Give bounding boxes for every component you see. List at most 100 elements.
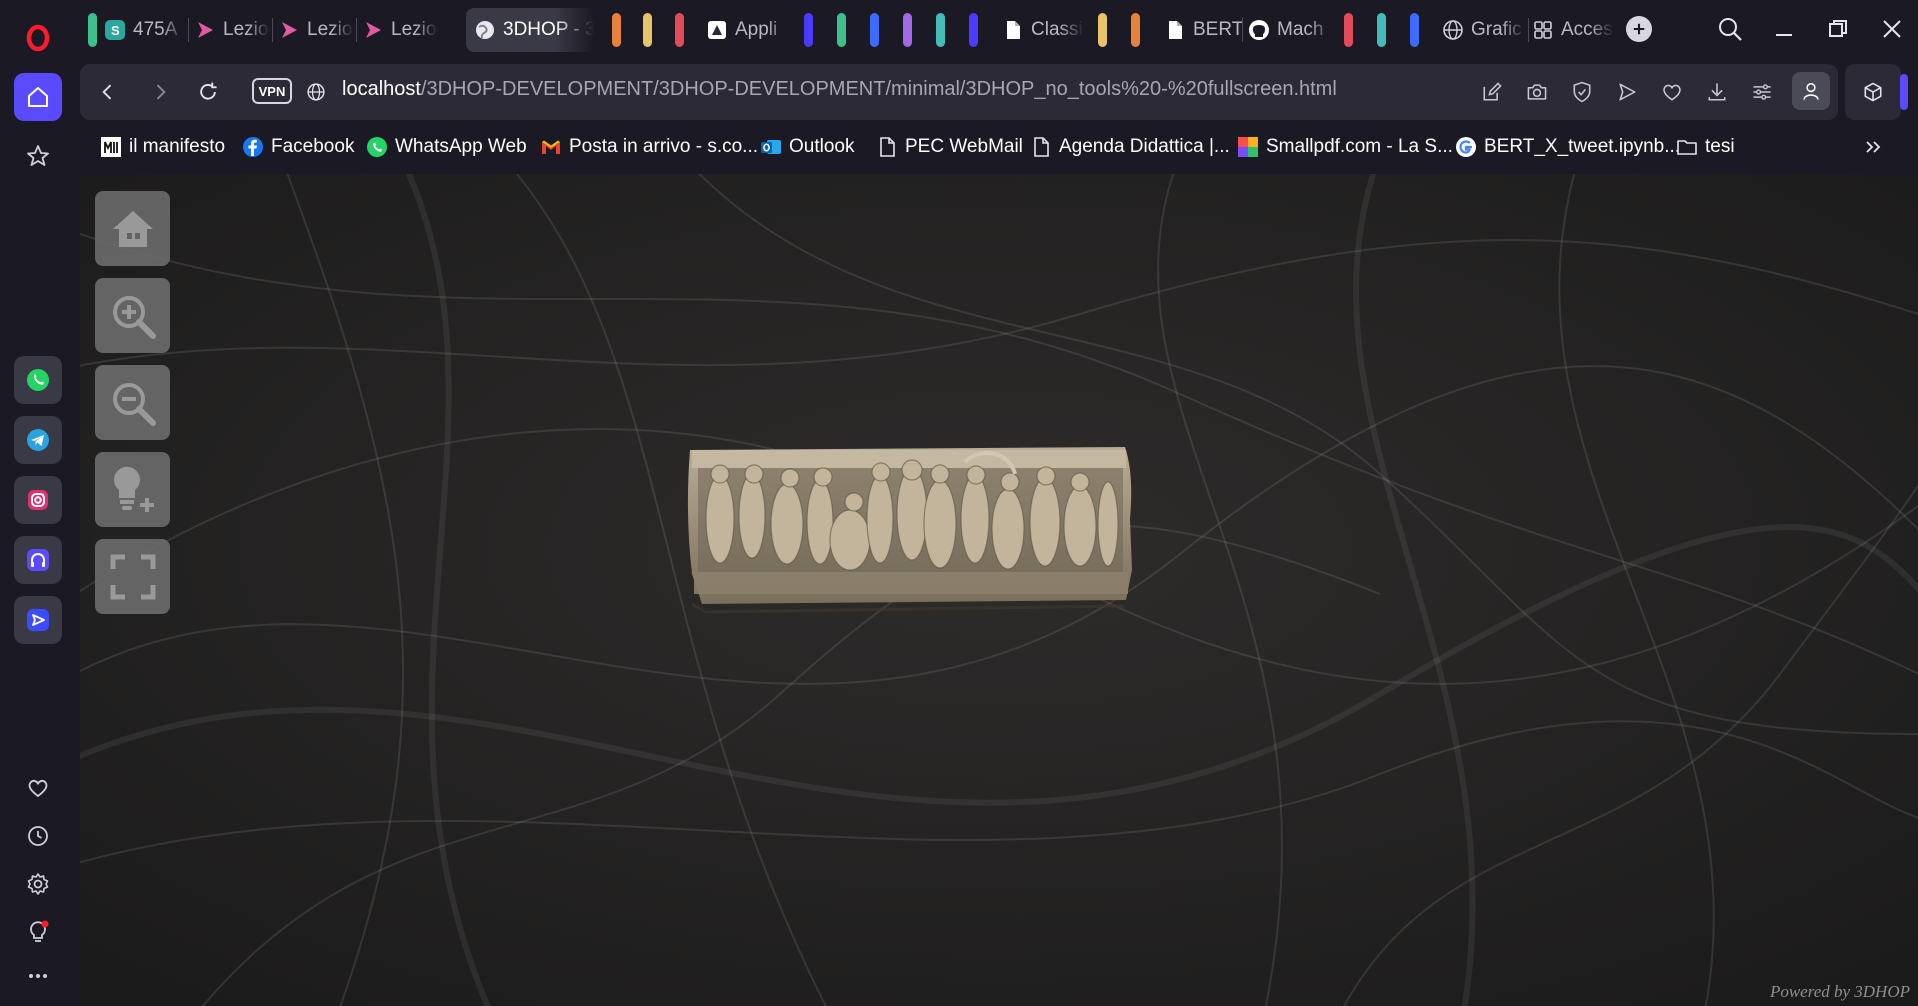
double-chevron-right-icon	[1866, 141, 1881, 153]
snapshot-edit-button[interactable]	[1478, 78, 1506, 106]
tab-label: Acces	[1561, 19, 1613, 40]
bookmark-label: PEC WebMail	[905, 136, 1023, 157]
whatsapp-sidebar-button[interactable]	[14, 356, 62, 404]
svg-text:S: S	[111, 23, 120, 38]
opera-logo-icon[interactable]	[14, 14, 62, 62]
tab-island-marker[interactable]	[643, 13, 652, 47]
downloads-button[interactable]	[1703, 78, 1731, 106]
tab-3[interactable]: Lezior	[278, 8, 354, 52]
tab-7[interactable]: BERT	[1164, 8, 1242, 52]
bookmark-label: BERT_X_tweet.ipynb...	[1484, 136, 1681, 157]
player-sidebar-button[interactable]	[14, 596, 62, 644]
back-button[interactable]	[94, 78, 122, 106]
tab-island-marker[interactable]	[88, 13, 97, 47]
zoom-out-button[interactable]	[95, 365, 170, 440]
tab-separator	[1528, 18, 1529, 42]
3dhop-viewer-canvas[interactable]: Powered by 3DHOP	[80, 174, 1918, 1006]
sarcophagus-model[interactable]	[687, 447, 1132, 614]
easy-setup-button[interactable]	[1748, 78, 1776, 106]
bookmark-il-manifesto[interactable]: il manifesto	[100, 134, 225, 160]
facebook-icon	[242, 136, 264, 158]
tab-island-marker[interactable]	[1410, 13, 1419, 47]
tab-island-marker[interactable]	[936, 13, 945, 47]
telegram-sidebar-button[interactable]	[14, 416, 62, 464]
settings-button[interactable]	[14, 860, 62, 908]
restore-button[interactable]	[1824, 15, 1852, 43]
tab-island-marker[interactable]	[870, 13, 879, 47]
more-options-button[interactable]	[14, 952, 62, 1000]
bookmark-folder-tesi[interactable]: tesi	[1676, 134, 1735, 160]
clock-icon	[28, 826, 48, 846]
fullscreen-button[interactable]	[95, 539, 170, 614]
tab-island-marker[interactable]	[675, 13, 684, 47]
bookmarks-overflow-button[interactable]	[1862, 134, 1884, 160]
tips-button[interactable]	[14, 908, 62, 956]
tab-search-button[interactable]	[1716, 15, 1744, 43]
pinboards-button[interactable]	[14, 132, 62, 180]
tab-island-marker[interactable]	[1098, 13, 1107, 47]
tab-island-marker[interactable]	[1377, 13, 1386, 47]
tab-10[interactable]: Acces	[1532, 8, 1614, 52]
play-arrow-icon	[194, 19, 216, 41]
reload-button[interactable]	[194, 78, 222, 106]
ellipsis-icon	[29, 974, 47, 978]
tab-separator	[1242, 18, 1243, 42]
speed-dial-home-button[interactable]	[14, 73, 62, 121]
bookmark-bert-notebook[interactable]: BERT_X_tweet.ipynb...	[1455, 134, 1680, 160]
bookmark-pec-webmail[interactable]: PEC WebMail	[876, 134, 1023, 160]
instagram-sidebar-button[interactable]	[14, 476, 62, 524]
bookmark-label: Smallpdf.com - La S...	[1266, 136, 1453, 157]
site-info-button[interactable]	[302, 78, 330, 106]
tab-label: 475A	[133, 19, 178, 40]
tab-1[interactable]: S 475A	[104, 8, 186, 52]
tab-6[interactable]: Classi	[1002, 8, 1084, 52]
bookmark-gmail[interactable]: Posta in arrivo - s.co...	[540, 134, 758, 160]
bookmark-outlook[interactable]: Outlook	[760, 134, 854, 160]
url-host: localhost	[342, 78, 421, 100]
light-control-button[interactable]	[95, 452, 170, 527]
music-player-sidebar-button[interactable]	[14, 536, 62, 584]
bookmark-agenda-didattica[interactable]: Agenda Didattica |...	[1030, 134, 1230, 160]
bookmark-whatsapp-web[interactable]: WhatsApp Web	[366, 134, 527, 160]
tab-island-marker[interactable]	[612, 13, 621, 47]
tab-island-marker[interactable]	[837, 13, 846, 47]
tab-active-3dhop[interactable]: 3DHOP - 3	[466, 8, 594, 52]
history-button[interactable]	[14, 812, 62, 860]
profile-button[interactable]	[1792, 72, 1830, 110]
bookmark-heart-button[interactable]	[1658, 78, 1686, 106]
bookmarks-heart-button[interactable]	[14, 764, 62, 812]
tab-island-marker[interactable]	[903, 13, 912, 47]
tab-island-marker[interactable]	[1131, 13, 1140, 47]
flow-send-button[interactable]	[1613, 78, 1641, 106]
tab-separator	[188, 18, 189, 42]
tab-9[interactable]: Grafic	[1442, 8, 1526, 52]
close-window-button[interactable]	[1878, 15, 1906, 43]
vpn-badge[interactable]: VPN	[252, 78, 292, 104]
minimize-button[interactable]	[1770, 15, 1798, 43]
tab-2[interactable]: Lezior	[194, 8, 270, 52]
tab-8[interactable]: Mach	[1248, 8, 1334, 52]
tab-island-marker[interactable]	[969, 13, 978, 47]
url-field[interactable]: localhost/3DHOP-DEVELOPMENT/3DHOP-DEVELO…	[342, 78, 1337, 101]
tab-label: Appli	[735, 19, 778, 40]
document-icon	[1164, 19, 1186, 41]
bookmark-facebook[interactable]: Facebook	[242, 134, 354, 160]
forward-button[interactable]	[146, 78, 174, 106]
cube-icon	[1864, 82, 1882, 102]
extensions-button[interactable]	[1845, 64, 1901, 120]
zoom-in-button[interactable]	[95, 278, 170, 353]
tab-4[interactable]: Lezior	[362, 8, 438, 52]
bookmark-label: Facebook	[271, 136, 355, 157]
snapshot-button[interactable]	[1523, 78, 1551, 106]
tab-5[interactable]: Appli	[706, 8, 792, 52]
bookmark-smallpdf[interactable]: Smallpdf.com - La S...	[1237, 134, 1453, 160]
document-icon	[1030, 136, 1052, 158]
new-tab-button[interactable]	[1626, 16, 1652, 42]
adblock-button[interactable]	[1568, 78, 1596, 106]
chevron-right-icon	[156, 84, 166, 100]
home-view-button[interactable]	[95, 191, 170, 266]
search-icon	[1719, 18, 1742, 41]
tab-island-marker[interactable]	[804, 13, 813, 47]
star-icon	[27, 145, 49, 166]
tab-island-marker[interactable]	[1344, 13, 1353, 47]
